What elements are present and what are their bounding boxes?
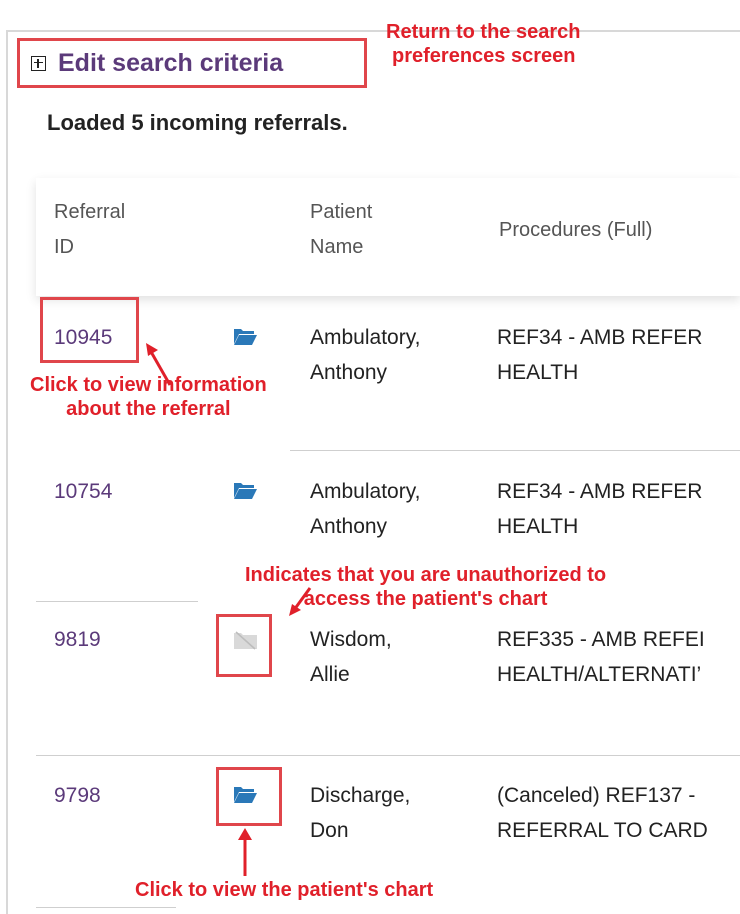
referral-id-link[interactable]: 9798: [54, 784, 101, 807]
annotation-view-chart: Click to view the patient's chart: [135, 879, 434, 901]
patient-name-line1: Ambulatory,: [310, 326, 421, 349]
patient-name-line2: Allie: [310, 663, 350, 686]
folder-open-icon[interactable]: [233, 326, 257, 346]
header-patient-name[interactable]: Patient Name: [310, 195, 372, 265]
procedure-line1: REF335 - AMB REFEI: [497, 628, 705, 651]
row-divider: [36, 907, 176, 908]
header-procedures[interactable]: Procedures (Full): [499, 213, 652, 248]
row-divider: [36, 601, 198, 602]
patient-name-line2: Anthony: [310, 361, 388, 384]
procedure-line2: HEALTH/ALTERNATI’: [497, 663, 702, 686]
annotation-view-referral-line2: about the referral: [66, 398, 231, 420]
header-referral-id-line2: ID: [54, 236, 74, 258]
procedure-line1: REF34 - AMB REFER: [497, 326, 703, 349]
patient-name-line2: Anthony: [310, 515, 388, 538]
row-divider: [290, 450, 740, 451]
table-header: Referral ID Patient Name Procedures (Ful…: [36, 178, 740, 296]
patient-name-line2: Don: [310, 819, 349, 842]
patient-name-line1: Discharge,: [310, 784, 411, 807]
procedure-line1: (Canceled) REF137 -: [497, 784, 696, 807]
expand-plus-icon[interactable]: [31, 55, 46, 71]
annotation-unauthorized-line2: access the patient's chart: [303, 588, 548, 610]
annotation-return: Return to the search preferences screen: [386, 20, 580, 68]
folder-open-icon[interactable]: [233, 480, 257, 500]
referral-id-link[interactable]: 10945: [54, 326, 112, 349]
header-patient-name-line1: Patient: [310, 201, 373, 223]
procedure-line2: HEALTH: [497, 515, 579, 538]
frame-border-top: [6, 30, 740, 32]
folder-open-icon[interactable]: [233, 784, 257, 804]
referral-id-link[interactable]: 9819: [54, 628, 101, 651]
annotation-unauthorized: Indicates that you are unauthorized to a…: [245, 563, 606, 611]
app-frame: Edit search criteria Loaded 5 incoming r…: [0, 0, 740, 914]
annotation-unauthorized-line1: Indicates that you are unauthorized to: [245, 564, 607, 586]
referral-id-link[interactable]: 10754: [54, 480, 112, 503]
frame-border-left: [6, 30, 8, 914]
edit-search-criteria-label[interactable]: Edit search criteria: [58, 49, 283, 78]
header-referral-id[interactable]: Referral ID: [54, 195, 125, 265]
loaded-message: Loaded 5 incoming referrals.: [47, 110, 348, 135]
row-divider: [36, 755, 740, 756]
annotation-view-referral: Click to view information about the refe…: [30, 373, 267, 421]
procedure-line2: HEALTH: [497, 361, 579, 384]
annotation-view-referral-line1: Click to view information: [30, 374, 267, 396]
procedure-line1: REF34 - AMB REFER: [497, 480, 703, 503]
annotation-return-line1: Return to the search: [386, 21, 581, 43]
header-referral-id-line1: Referral: [54, 201, 126, 223]
annotation-return-line2: preferences screen: [392, 45, 576, 67]
patient-name-line1: Ambulatory,: [310, 480, 421, 503]
folder-disabled-icon: [234, 631, 257, 650]
patient-name-line1: Wisdom,: [310, 628, 392, 651]
header-patient-name-line2: Name: [310, 236, 364, 258]
procedure-line2: REFERRAL TO CARD: [497, 819, 708, 842]
edit-search-criteria-link[interactable]: Edit search criteria: [17, 38, 367, 88]
arrow-to-chart-icon: [238, 828, 252, 876]
